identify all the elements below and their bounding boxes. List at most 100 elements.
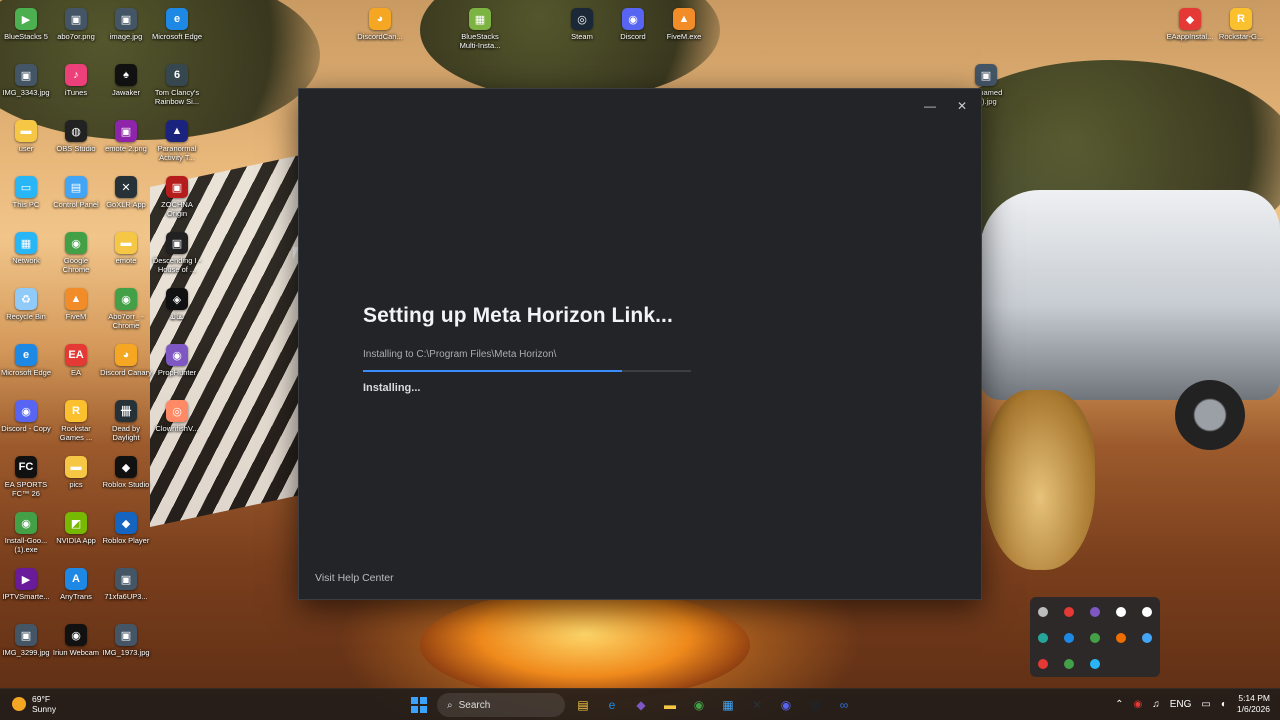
tray-app-icon[interactable] <box>1082 651 1108 677</box>
tray-app-icon[interactable] <box>1108 625 1134 651</box>
desktop-icon-label: Rockstar Games ... <box>59 424 93 442</box>
folder-icon[interactable]: ▬ <box>659 694 681 716</box>
app-icon: ◈ <box>166 288 188 310</box>
weather-widget[interactable]: 69°F Sunny <box>12 694 56 714</box>
desktop-icon[interactable]: ▲ Paranormal Activity T... <box>151 116 203 162</box>
desktop-icon[interactable]: ◩ NVIDIA App <box>50 508 102 545</box>
desktop-icon[interactable]: ▲ FiveM.exe <box>658 4 710 41</box>
tray-app-icon[interactable] <box>1082 625 1108 651</box>
desktop-icon[interactable]: ◍ OBS Studio <box>50 116 102 153</box>
desktop-icon[interactable]: ▦ BlueStacks Multi-Insta... <box>454 4 506 50</box>
tray-app-icon[interactable] <box>1082 599 1108 625</box>
copilot-icon[interactable]: ◆ <box>630 694 652 716</box>
clock[interactable]: 5:14 PM 1/6/2026 <box>1237 693 1270 715</box>
start-button[interactable] <box>408 694 430 716</box>
taskbar-search[interactable]: ⌕ Search <box>437 693 565 717</box>
chevron-up-icon[interactable]: ⌃ <box>1115 699 1123 710</box>
antivirus-icon[interactable]: ◉ <box>1134 699 1143 710</box>
chrome-icon[interactable]: ◉ <box>688 694 710 716</box>
desktop-icon[interactable]: ◈ نقالة <box>151 284 203 321</box>
desktop-icon-label: image.jpg <box>109 32 143 41</box>
close-button[interactable]: ✕ <box>953 97 971 115</box>
desktop-icon[interactable]: ◉ Abo7orr_ - Chrome <box>100 284 152 330</box>
desktop-icon[interactable]: ▭ This PC <box>0 172 52 209</box>
tray-app-icon[interactable] <box>1030 599 1056 625</box>
desktop-icon[interactable]: ◉ Discord - Copy <box>0 396 52 433</box>
desktop-icon[interactable]: ▣ image.jpg <box>100 4 152 41</box>
language-indicator[interactable]: ENG <box>1170 699 1192 710</box>
tray-app-icon[interactable] <box>1108 599 1134 625</box>
desktop-icon[interactable]: ▣ IMG_1973.jpg <box>100 620 152 657</box>
tray-app-icon[interactable] <box>1056 599 1082 625</box>
desktop-icon[interactable]: ▣ abo7or.png <box>50 4 102 41</box>
volume-icon[interactable]: ◐ <box>1221 699 1227 710</box>
file-explorer-icon[interactable]: ▤ <box>572 694 594 716</box>
desktop-icon[interactable]: R Rockstar-G... <box>1215 4 1267 41</box>
steam-icon[interactable]: ◎ <box>804 694 826 716</box>
tray-app-icon[interactable] <box>1134 625 1160 651</box>
desktop-icon[interactable]: ▲ FiveM <box>50 284 102 321</box>
desktop-icon[interactable]: ◉ Iriun Webcam <box>50 620 102 657</box>
tray-app-icon[interactable] <box>1056 625 1082 651</box>
desktop-icon[interactable]: ♠ Jawaker <box>100 60 152 97</box>
desktop-icon[interactable]: FC EA SPORTS FC™ 26 <box>0 452 52 498</box>
goxlr-icon[interactable]: ✕ <box>746 694 768 716</box>
app-icon: ▬ <box>115 232 137 254</box>
desktop-icon[interactable]: ▣ Descending I - House of ... <box>151 228 203 274</box>
desktop-icon[interactable]: ▣ 71xfa6UP3... <box>100 564 152 601</box>
tray-app-icon[interactable] <box>1030 625 1056 651</box>
desktop-icon[interactable]: ◆ EAappInstal... <box>1164 4 1216 41</box>
tray-app-icon[interactable] <box>1056 651 1082 677</box>
desktop-icon[interactable]: ◆ Roblox Player <box>100 508 152 545</box>
desktop-icon[interactable]: ◕ Discord Canary <box>100 340 152 377</box>
desktop-icon[interactable]: ◉ Google Chrome <box>50 228 102 274</box>
desktop-icon[interactable]: EA EA <box>50 340 102 377</box>
discord-icon[interactable]: ◉ <box>775 694 797 716</box>
desktop-icon[interactable]: ▣ IMG_3299.jpg <box>0 620 52 657</box>
app-icon: ◉ <box>65 624 87 646</box>
desktop-icon[interactable]: e Microsoft Edge <box>0 340 52 377</box>
visit-help-center-link[interactable]: Visit Help Center <box>315 572 394 584</box>
desktop-icon[interactable]: ▬ emote <box>100 228 152 265</box>
microphone-icon[interactable]: ♫ <box>1152 699 1160 710</box>
desktop-icon[interactable]: ▣ ZOCHNA Origin <box>151 172 203 218</box>
desktop-icon[interactable]: ◉ PropHunter <box>151 340 203 377</box>
desktop-icon[interactable]: ◎ ClownfishV... <box>151 396 203 433</box>
desktop-icon[interactable]: ▣ emote 2.png <box>100 116 152 153</box>
desktop-icon[interactable]: ◉ Discord <box>607 4 659 41</box>
tray-app-icon[interactable] <box>1134 599 1160 625</box>
desktop-icon[interactable]: ▤ Control Panel <box>50 172 102 209</box>
tray-app-icon[interactable] <box>1030 651 1056 677</box>
desktop-icon[interactable]: ▶ BlueStacks 5 <box>0 4 52 41</box>
desktop-icon[interactable]: ▬ pics <box>50 452 102 489</box>
desktop-icon[interactable]: ▬ user <box>0 116 52 153</box>
desktop-icon[interactable]: ♪ iTunes <box>50 60 102 97</box>
desktop-icon[interactable]: e Microsoft Edge <box>151 4 203 41</box>
desktop-icon[interactable]: ♻ Recycle Bin <box>0 284 52 321</box>
desktop-icon[interactable]: 卌 Dead by Daylight <box>100 396 152 442</box>
minimize-button[interactable]: — <box>921 97 939 115</box>
app-icon: ▤ <box>65 176 87 198</box>
desktop-icon[interactable]: ▶ IPTVSmarte... <box>0 564 52 601</box>
desktop-icon-label: BlueStacks 5 <box>4 32 48 41</box>
desktop-icon[interactable]: ▣ IMG_3343.jpg <box>0 60 52 97</box>
desktop-icon[interactable]: ◆ Roblox Studio <box>100 452 152 489</box>
search-label: Search <box>458 699 491 711</box>
store-icon[interactable]: ▦ <box>717 694 739 716</box>
desktop-icon[interactable]: ◉ Install-Goo... (1).exe <box>0 508 52 554</box>
desktop-icon[interactable]: 6 Tom Clancy's Rainbow Si... <box>151 60 203 106</box>
desktop-icon[interactable]: ✕ GoXLR App <box>100 172 152 209</box>
edge-icon[interactable]: e <box>601 694 623 716</box>
desktop-icon[interactable]: R Rockstar Games ... <box>50 396 102 442</box>
tray-dot-icon <box>1090 607 1100 617</box>
app-icon: ▣ <box>15 624 37 646</box>
desktop-icon-label: IMG_3343.jpg <box>2 88 50 97</box>
meta-icon[interactable]: ∞ <box>833 694 855 716</box>
desktop-icon[interactable]: A AnyTrans <box>50 564 102 601</box>
desktop-icon[interactable]: ◎ Steam <box>556 4 608 41</box>
desktop-icon-label: Discord - Copy <box>1 424 51 433</box>
desktop-icon[interactable]: ▦ Network <box>0 228 52 265</box>
app-icon: R <box>1230 8 1252 30</box>
network-icon[interactable]: ▭ <box>1201 699 1210 710</box>
desktop-icon[interactable]: ◕ DiscordCan... <box>354 4 406 41</box>
